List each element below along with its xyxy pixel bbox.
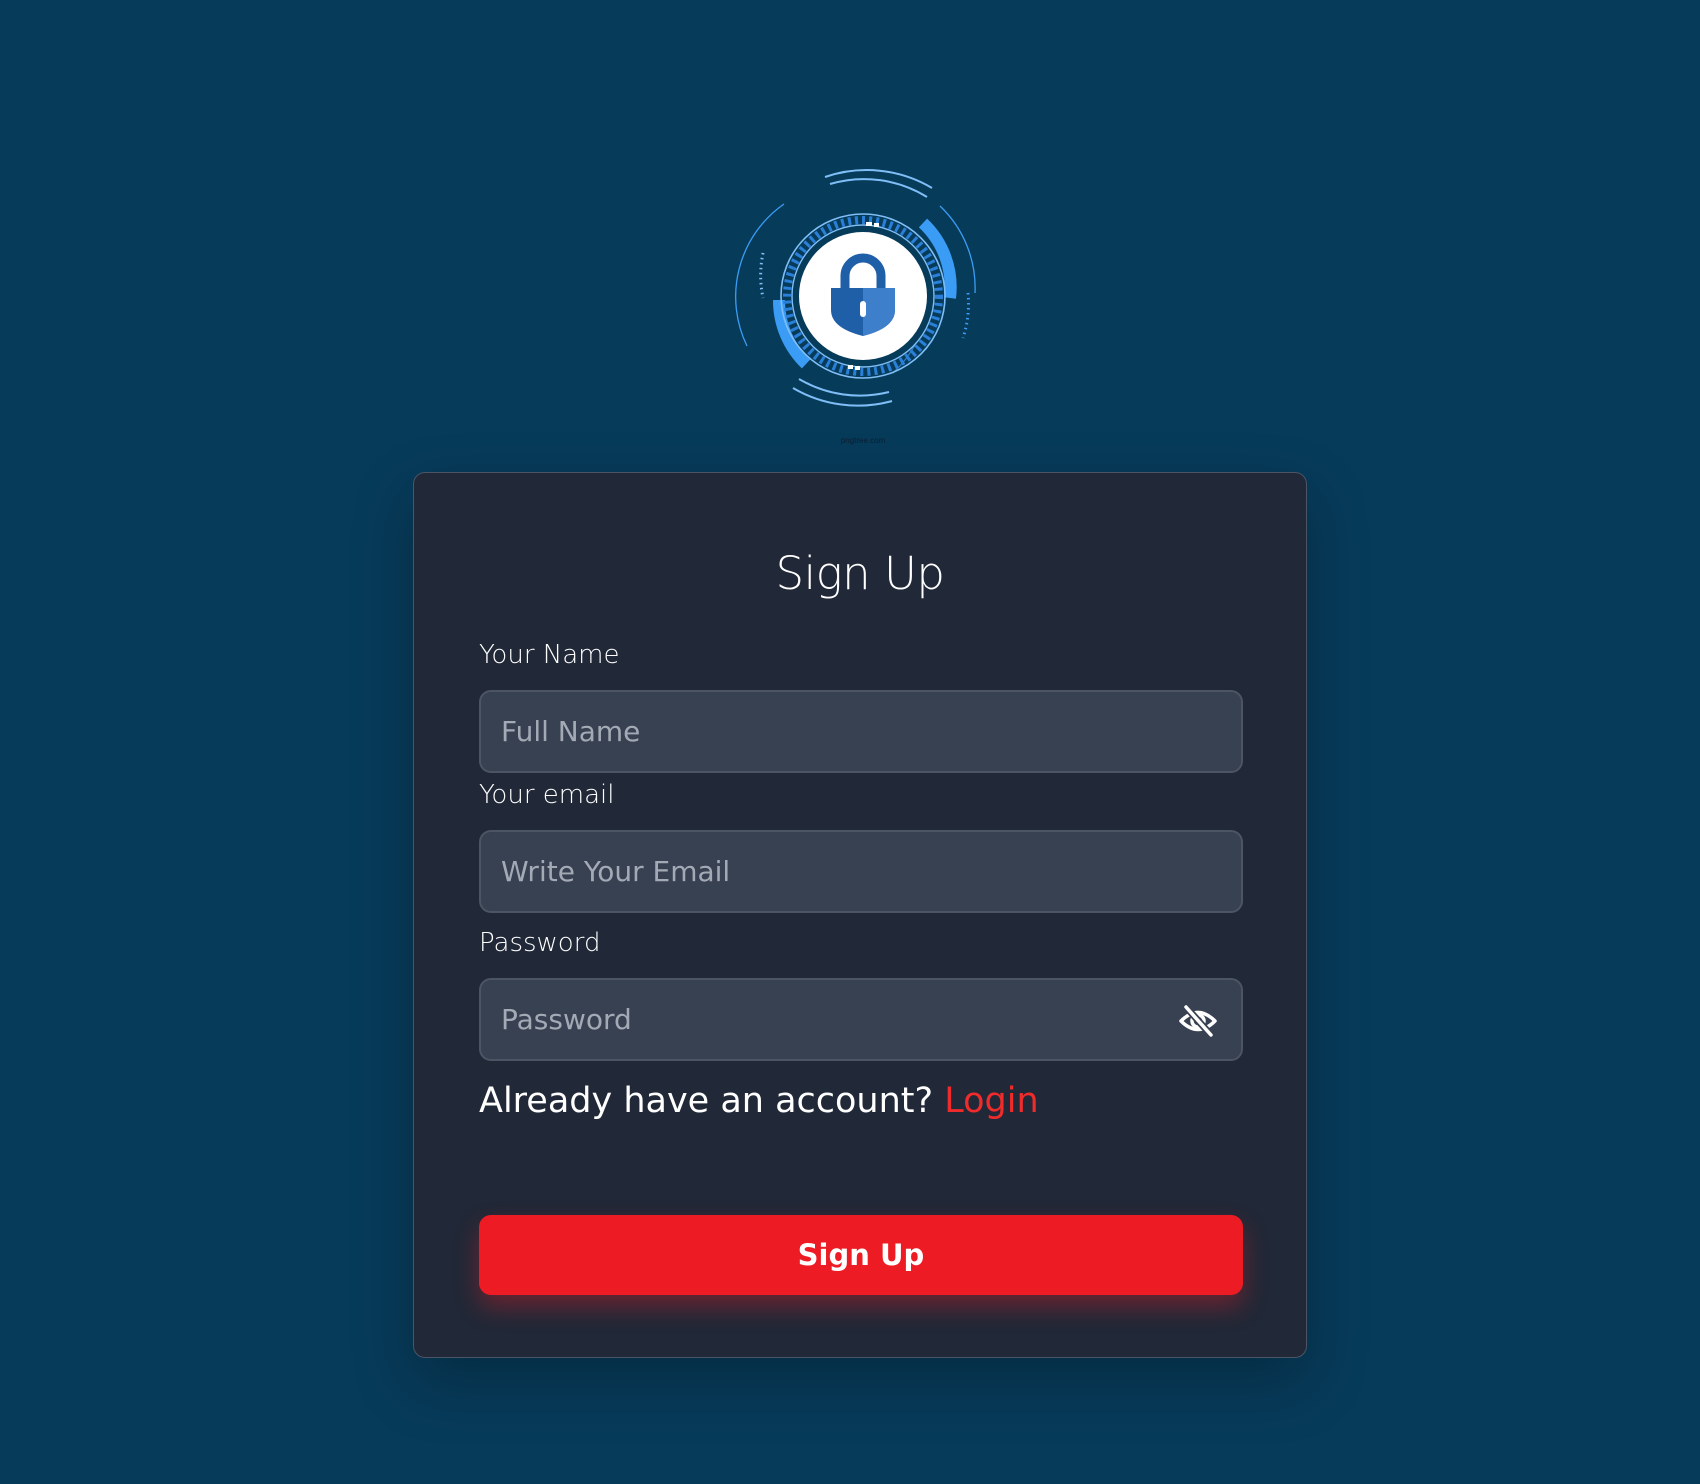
password-input[interactable] xyxy=(479,978,1243,1061)
email-input[interactable] xyxy=(479,830,1243,913)
name-label: Your Name xyxy=(479,640,620,670)
lock-icon xyxy=(735,169,976,407)
sign-up-button[interactable]: Sign Up xyxy=(479,1215,1243,1295)
page: pngtree.com Sign Up Your Name Your email… xyxy=(0,0,1700,1484)
password-label: Password xyxy=(479,928,601,958)
logo-watermark: pngtree.com xyxy=(840,436,886,445)
account-prompt: Already have an account? Login xyxy=(479,1081,1039,1121)
page-title: Sign Up xyxy=(775,547,945,600)
email-label: Your email xyxy=(479,780,615,810)
login-link[interactable]: Login xyxy=(944,1081,1038,1121)
signup-card: Sign Up Your Name Your email Password Al… xyxy=(413,472,1307,1358)
account-prompt-text: Already have an account? xyxy=(479,1081,934,1121)
full-name-input[interactable] xyxy=(479,690,1243,773)
eye-slash-icon[interactable] xyxy=(1178,1004,1218,1038)
logo: pngtree.com xyxy=(735,168,991,450)
